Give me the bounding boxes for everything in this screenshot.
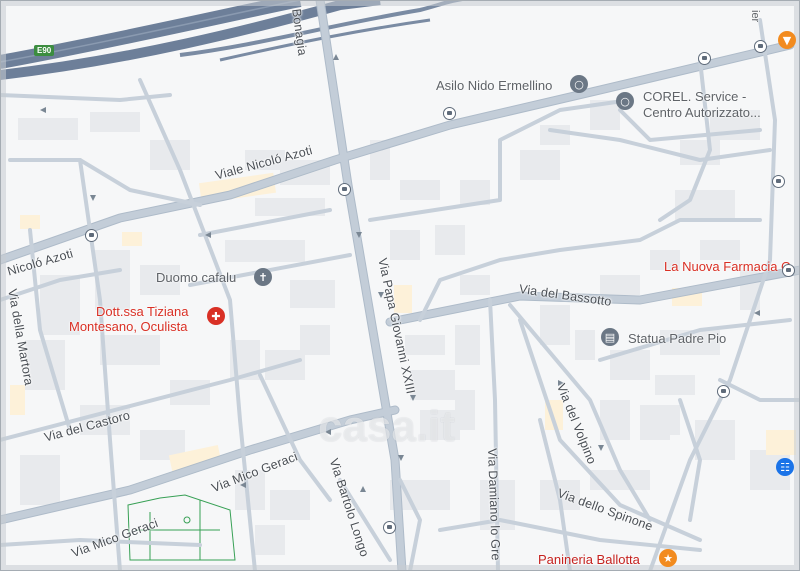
- poi-label-corel-2[interactable]: Centro Autorizzato...: [643, 106, 761, 119]
- poi-label-farmacia[interactable]: La Nuova Farmacia C: [664, 260, 790, 273]
- poi-label-panineria[interactable]: Panineria Ballotta: [538, 553, 640, 566]
- bus-stop-icon[interactable]: [698, 52, 711, 65]
- bus-stop-icon[interactable]: [772, 175, 785, 188]
- bus-stop-icon[interactable]: [754, 40, 767, 53]
- bus-stop-icon[interactable]: [85, 229, 98, 242]
- poi-label-dott-2[interactable]: Montesano, Oculista: [69, 320, 188, 333]
- bus-stop-icon[interactable]: [717, 385, 730, 398]
- restaurant-icon[interactable]: ★: [659, 549, 677, 567]
- map-canvas[interactable]: E90 Bonagia Viale Nicoló Azoti Nicoló Az…: [0, 0, 800, 571]
- bus-stop-icon[interactable]: [782, 264, 795, 277]
- corner-text: ier: [749, 10, 761, 23]
- school-pin-icon[interactable]: ○: [570, 75, 588, 93]
- street-label-damiano-lo-greco: Via Damiano lo Gre: [485, 447, 503, 561]
- cross-icon[interactable]: ✝: [254, 268, 272, 286]
- poi-label-statua[interactable]: Statua Padre Pio: [628, 332, 726, 345]
- bus-stop-icon[interactable]: [338, 183, 351, 196]
- watermark: casa.it: [318, 402, 455, 451]
- museum-icon[interactable]: ▤: [601, 328, 619, 346]
- map-base: [0, 0, 800, 571]
- corel-pin-icon[interactable]: ○: [616, 92, 634, 110]
- medical-icon[interactable]: ✚: [207, 307, 225, 325]
- poi-label-dott-1[interactable]: Dott.ssa Tiziana: [96, 305, 189, 318]
- cocktail-icon[interactable]: ▼: [778, 31, 796, 49]
- poi-label-duomo[interactable]: Duomo cafalu: [156, 271, 236, 284]
- bus-stop-icon[interactable]: [443, 107, 456, 120]
- highway-shield: E90: [34, 45, 55, 56]
- poi-label-corel-1[interactable]: COREL. Service -: [643, 90, 746, 103]
- bus-stop-icon[interactable]: [383, 521, 396, 534]
- shopping-cart-icon[interactable]: ☷: [776, 458, 794, 476]
- poi-label-asilo[interactable]: Asilo Nido Ermellino: [436, 79, 552, 92]
